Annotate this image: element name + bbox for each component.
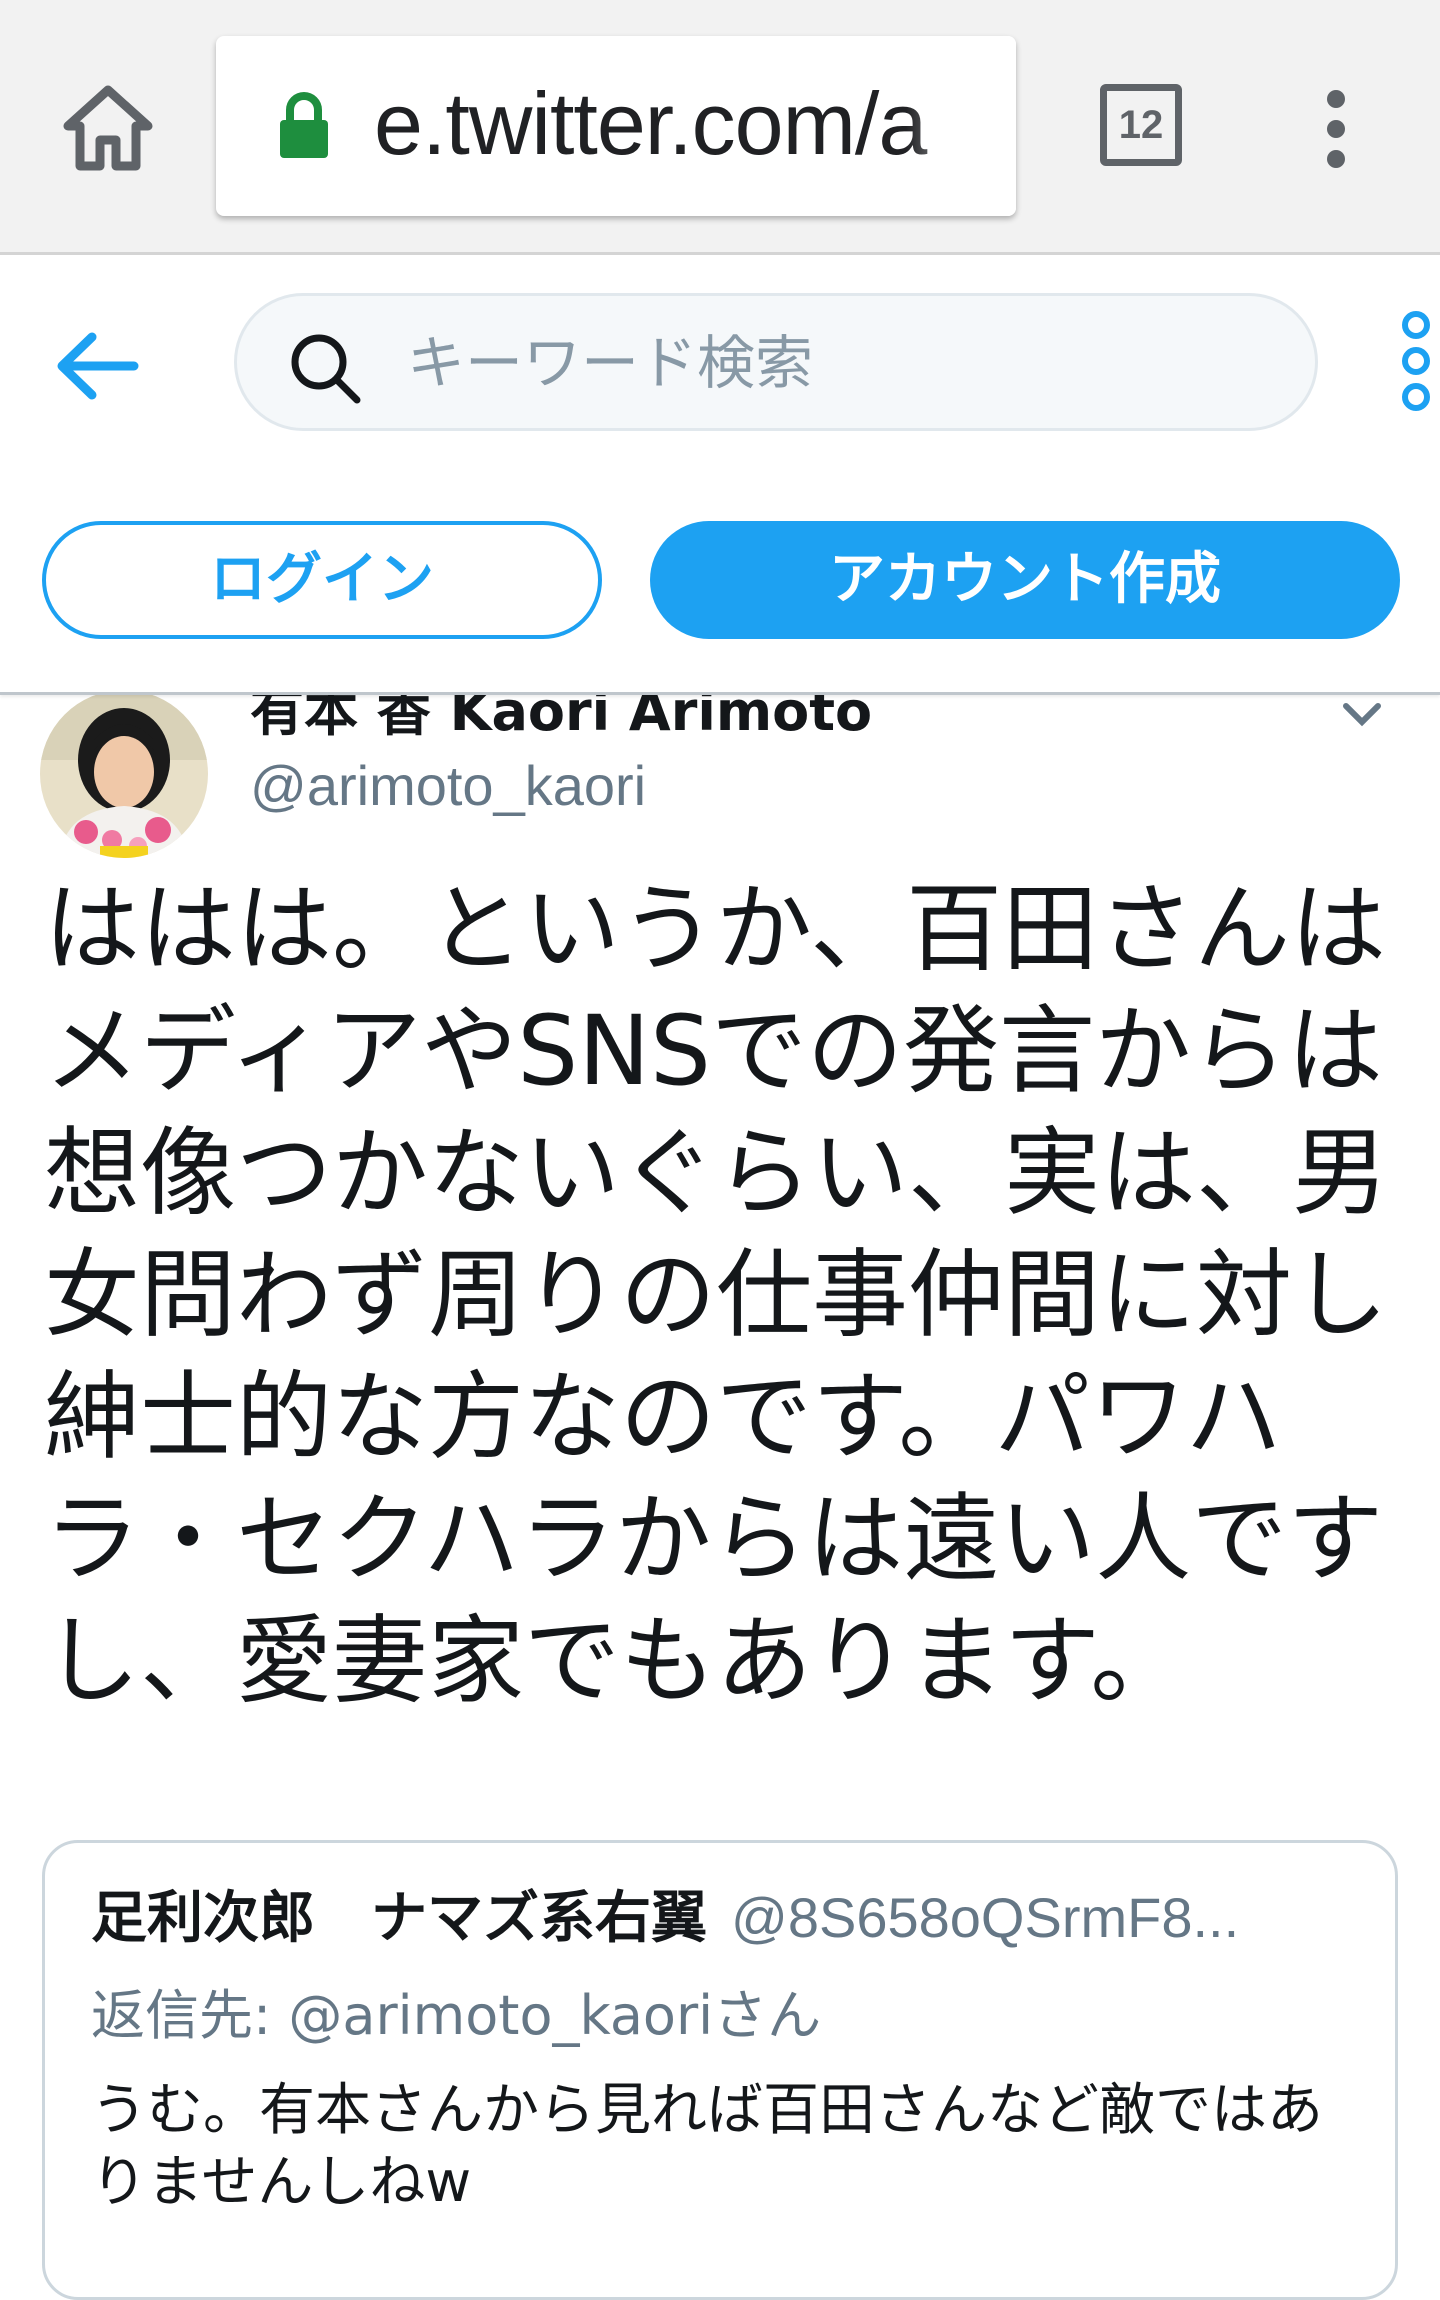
screen-name[interactable]: @arimoto_kaori [250,746,646,826]
signup-button[interactable]: アカウント作成 [650,521,1400,639]
quoted-tweet-header: 足利次郎 ナマズ系右翼 @8S658oQSrmF8... [91,1883,1351,1954]
twitter-header: ログイン アカウント作成 [0,255,1440,695]
tweet: 有本 香 Kaori Arimoto @arimoto_kaori ははは。とい… [0,640,1440,2300]
url-fade [906,36,1016,216]
browser-toolbar: e.twitter.com/a 12 [0,0,1440,255]
quoted-screen-name: @8S658oQSrmF8... [731,1886,1240,1949]
tweet-text: ははは。というか、百田さんはメディアやSNSでの発言からは想像つかないぐらい、実… [44,873,1388,1717]
search-input[interactable] [407,316,1267,410]
home-icon[interactable] [58,78,158,178]
search-icon [287,330,363,406]
arrow-left-icon[interactable] [52,321,142,411]
address-bar[interactable]: e.twitter.com/a [216,36,1016,216]
login-button[interactable]: ログイン [42,521,602,639]
quoted-tweet-text: うむ。有本さんから見れば百田さんなど敵ではありませんしねw [91,2078,1323,2215]
chevron-down-icon[interactable] [1340,700,1384,730]
lock-icon [278,90,330,160]
quoted-display-name: 足利次郎 ナマズ系右翼 [91,1886,707,1951]
search-box[interactable] [234,293,1318,431]
browser-menu-icon[interactable] [1316,90,1356,170]
tab-switcher-button[interactable]: 12 [1100,84,1182,166]
url-text: e.twitter.com/a [374,74,927,173]
quoted-tweet[interactable]: 足利次郎 ナマズ系右翼 @8S658oQSrmF8... 返信先: @arimot… [42,1840,1398,2300]
avatar[interactable] [40,690,208,858]
quoted-replying-to: 返信先: @arimoto_kaoriさん [91,1984,822,2047]
more-options-icon[interactable] [1396,311,1436,421]
